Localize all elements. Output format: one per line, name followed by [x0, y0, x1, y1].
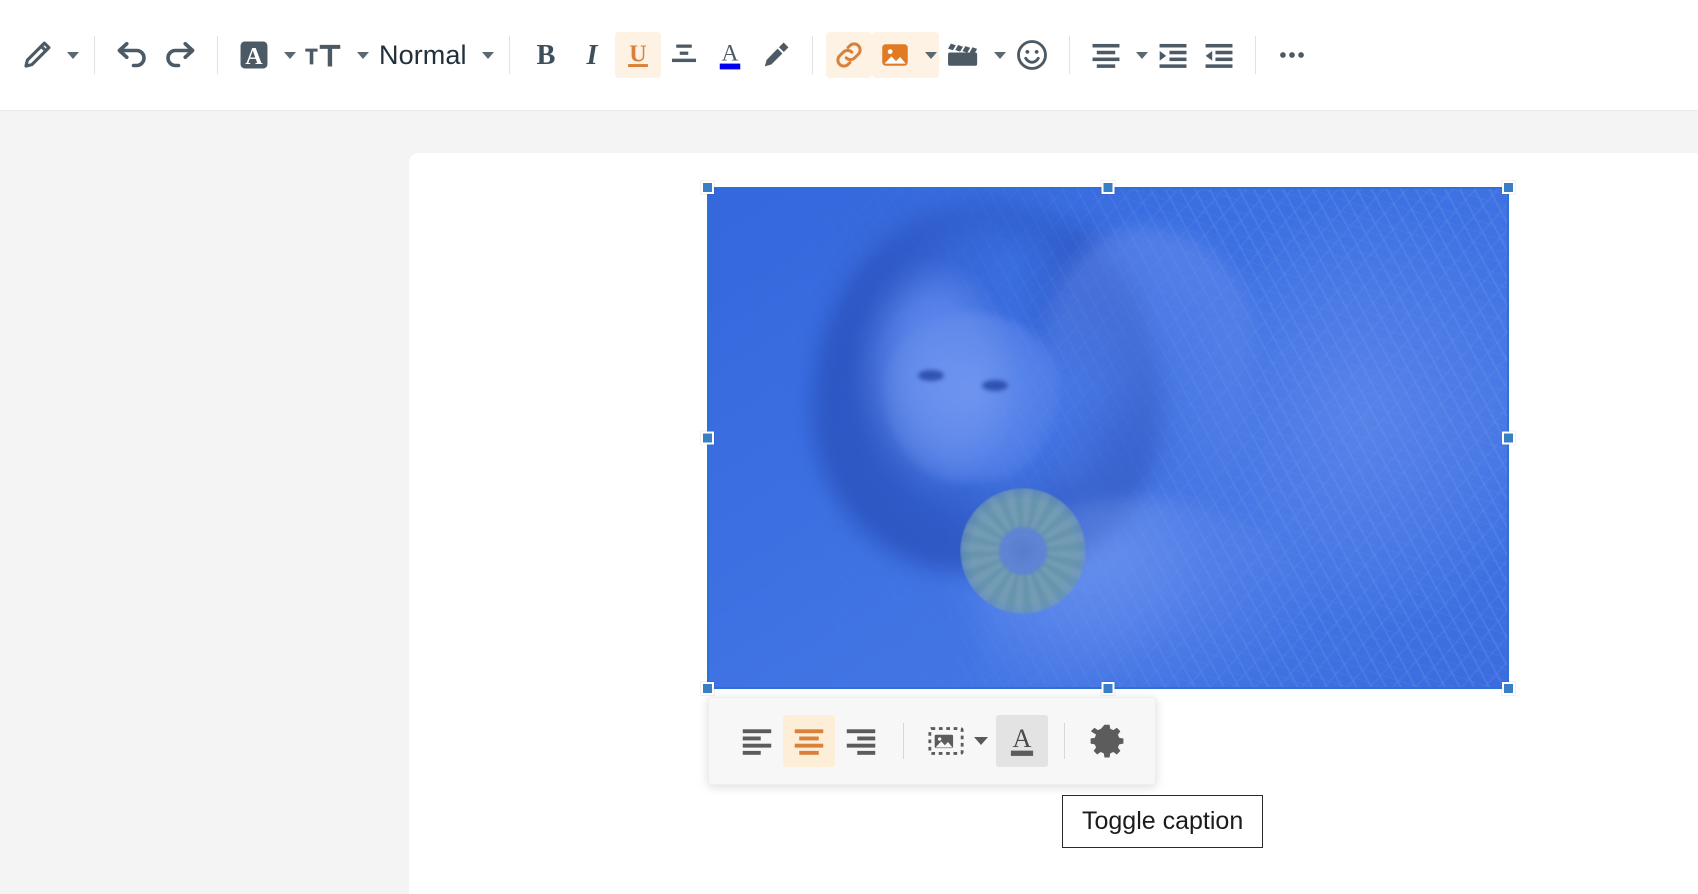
text-alignment-group[interactable]: [1083, 32, 1150, 78]
svg-text:B: B: [536, 40, 555, 71]
strikethrough-button[interactable]: [661, 32, 707, 78]
resize-handle-bottom-left[interactable]: [701, 682, 714, 695]
insert-image-group[interactable]: [871, 32, 939, 78]
image-balloon-toolbar: A: [708, 697, 1156, 785]
text-alignment-chevron-down-icon[interactable]: [1135, 51, 1148, 59]
svg-text:U: U: [629, 42, 646, 68]
resize-handle-top-middle[interactable]: [1101, 181, 1115, 194]
image-settings-gear-icon[interactable]: [1081, 715, 1133, 767]
align-right-button[interactable]: [835, 715, 887, 767]
resize-image-group[interactable]: [920, 715, 996, 767]
emoji-icon[interactable]: [1008, 32, 1056, 78]
toggle-caption-button[interactable]: A: [996, 715, 1048, 767]
media-clapperboard-icon[interactable]: [939, 32, 987, 78]
paragraph-style-label[interactable]: Normal: [371, 40, 475, 71]
resize-image-chevron-down-icon[interactable]: [974, 737, 988, 745]
resize-image-icon[interactable]: [920, 715, 972, 767]
underline-button[interactable]: U: [614, 32, 661, 78]
undo-icon[interactable]: [108, 32, 156, 78]
redo-icon[interactable]: [156, 32, 204, 78]
resize-handle-bottom-middle[interactable]: [1101, 682, 1115, 695]
main-toolbar: A Normal B I U A: [0, 0, 1698, 110]
toolbar-separator: [508, 36, 510, 74]
photo: [708, 188, 1508, 688]
font-size-icon[interactable]: [298, 32, 350, 78]
italic-button[interactable]: I: [569, 32, 615, 78]
font-family-group[interactable]: A: [231, 32, 298, 78]
resize-handle-middle-left[interactable]: [701, 431, 714, 445]
toolbar-separator: [94, 36, 95, 74]
balloon-separator: [1064, 723, 1065, 759]
align-center-icon[interactable]: [1083, 32, 1129, 78]
font-color-button[interactable]: A: [707, 32, 753, 78]
bold-button[interactable]: B: [523, 32, 569, 78]
toolbar-separator: [1254, 36, 1256, 74]
photo-sunflower: [960, 488, 1086, 614]
pen-icon[interactable]: [14, 32, 60, 78]
insert-media-chevron-down-icon[interactable]: [993, 51, 1006, 59]
svg-text:I: I: [585, 40, 598, 71]
font-family-icon[interactable]: A: [231, 32, 277, 78]
balloon-separator: [903, 723, 904, 759]
svg-text:A: A: [1013, 724, 1032, 753]
decrease-indent-icon[interactable]: [1196, 32, 1242, 78]
font-size-chevron-down-icon[interactable]: [357, 51, 369, 59]
align-left-button[interactable]: [731, 715, 783, 767]
image-widget[interactable]: [701, 181, 1515, 695]
resize-handle-top-left[interactable]: [701, 181, 714, 194]
toolbar-separator: [811, 36, 813, 74]
resize-handle-middle-right[interactable]: [1502, 431, 1515, 445]
toolbar-separator: [1068, 36, 1070, 74]
font-size-group[interactable]: [298, 32, 371, 78]
svg-text:A: A: [721, 41, 738, 67]
svg-text:A: A: [245, 44, 263, 70]
align-center-button[interactable]: [783, 715, 835, 767]
font-family-chevron-down-icon[interactable]: [284, 51, 296, 59]
insert-image-chevron-down-icon[interactable]: [924, 51, 937, 59]
resize-handle-top-right[interactable]: [1502, 181, 1515, 194]
tooltip: Toggle caption: [1062, 795, 1264, 848]
image-icon[interactable]: [872, 32, 918, 78]
sunflower-core: [999, 527, 1047, 575]
photo-face: [884, 313, 1060, 483]
paragraph-style-dropdown[interactable]: Normal: [371, 40, 496, 71]
toolbar-separator: [217, 36, 218, 74]
photo-eye-left: [917, 369, 944, 381]
pen-tool-group[interactable]: [14, 32, 81, 78]
link-button[interactable]: [825, 32, 872, 78]
highlight-pen-icon[interactable]: [753, 32, 799, 78]
pen-chevron-down-icon[interactable]: [67, 51, 79, 59]
paragraph-style-chevron-down-icon[interactable]: [481, 51, 494, 59]
increase-indent-icon[interactable]: [1150, 32, 1196, 78]
editor-window: A Normal B I U A A Toggle caption: [0, 0, 1698, 894]
photo-eye-right: [981, 379, 1008, 391]
more-options-icon[interactable]: [1269, 32, 1315, 78]
insert-media-group[interactable]: [939, 32, 1008, 78]
resize-handle-bottom-right[interactable]: [1502, 682, 1515, 695]
